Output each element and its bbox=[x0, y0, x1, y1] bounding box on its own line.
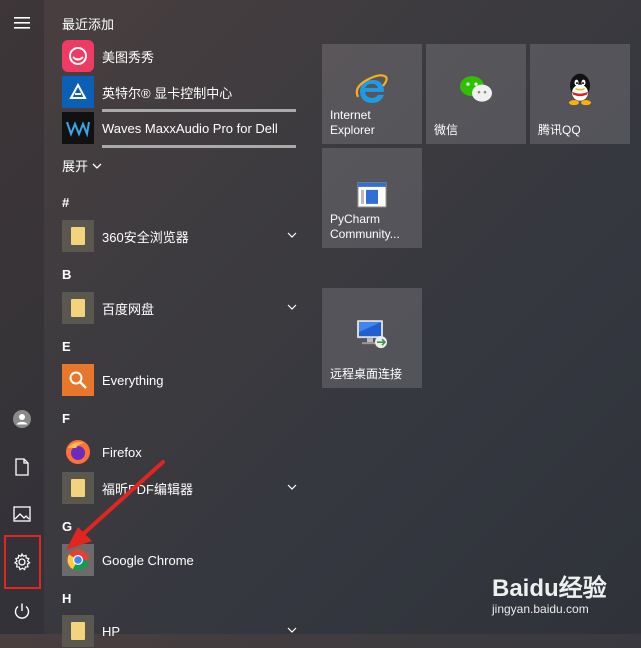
tile-label: 微信 bbox=[434, 123, 459, 137]
remote-desktop-icon bbox=[357, 320, 387, 349]
hamburger-menu-icon bbox=[14, 17, 30, 29]
tile-label: PyCharm Community... bbox=[330, 212, 400, 241]
group-letter-g[interactable]: G bbox=[62, 519, 72, 534]
group-letter-e[interactable]: E bbox=[62, 339, 71, 354]
group-letter-h[interactable]: H bbox=[62, 591, 71, 606]
chevron-down-icon bbox=[287, 627, 297, 633]
internet-explorer-icon bbox=[355, 74, 388, 103]
chevron-down-icon bbox=[287, 484, 297, 490]
tile-label: 腾讯QQ bbox=[538, 123, 581, 137]
folder-icon bbox=[62, 615, 94, 647]
user-icon bbox=[13, 410, 31, 428]
chrome-icon bbox=[62, 544, 94, 576]
qq-icon bbox=[569, 73, 591, 106]
recently-added-title: 最近添加 bbox=[62, 17, 115, 32]
documents-button[interactable] bbox=[0, 444, 44, 490]
everything-icon bbox=[62, 364, 94, 396]
firefox-icon bbox=[62, 436, 94, 468]
list-item-label: Everything bbox=[102, 372, 164, 388]
folder-icon bbox=[62, 292, 94, 324]
tile-internet-explorer[interactable]: Internet Explorer bbox=[322, 44, 422, 144]
group-letter-f[interactable]: F bbox=[62, 411, 70, 426]
tile-pycharm[interactable]: PyCharm Community... bbox=[322, 148, 422, 248]
documents-icon bbox=[15, 458, 29, 476]
list-item-everything[interactable]: Everything bbox=[62, 363, 302, 397]
meitu-icon bbox=[62, 40, 94, 72]
tile-label: 远程桌面连接 bbox=[330, 367, 403, 381]
hamburger-menu-button[interactable] bbox=[0, 0, 44, 46]
expand-label: 展开 bbox=[62, 159, 89, 174]
pycharm-icon bbox=[357, 182, 387, 208]
baidu-jingyan-watermark: Baidu经验 jingyan.baidu.com bbox=[492, 562, 638, 624]
new-item-underline bbox=[102, 145, 296, 148]
list-item-label: 福昕PDF编辑器 bbox=[102, 481, 194, 497]
list-item-label: 英特尔® 显卡控制中心 bbox=[102, 85, 233, 101]
list-item-label: Waves MaxxAudio Pro for Dell bbox=[102, 120, 278, 136]
expand-button[interactable]: 展开 bbox=[62, 156, 102, 175]
chevron-down-icon bbox=[287, 232, 297, 238]
folder-icon bbox=[62, 472, 94, 504]
chevron-down-icon bbox=[92, 163, 102, 169]
group-letter-b[interactable]: B bbox=[62, 267, 71, 282]
tile-label: Internet Explorer bbox=[330, 108, 375, 137]
list-item-intel-graphics[interactable]: 英特尔® 显卡控制中心 bbox=[62, 75, 302, 112]
chevron-down-icon bbox=[287, 304, 297, 310]
tile-remote-desktop[interactable]: 远程桌面连接 bbox=[322, 288, 422, 388]
user-account-button[interactable] bbox=[0, 396, 44, 442]
pictures-icon bbox=[13, 506, 31, 522]
list-item-label: 百度网盘 bbox=[102, 301, 155, 317]
list-item-label: HP bbox=[102, 623, 121, 639]
intel-graphics-icon bbox=[62, 76, 94, 108]
list-item-hp[interactable]: HP bbox=[62, 614, 302, 648]
list-item-meitu[interactable]: 美图秀秀 bbox=[62, 39, 302, 73]
list-item-foxit-pdf[interactable]: 福昕PDF编辑器 bbox=[62, 471, 302, 505]
waves-maxxaudio-icon bbox=[62, 112, 94, 144]
folder-icon bbox=[62, 220, 94, 252]
list-item-label: Google Chrome bbox=[102, 552, 194, 568]
list-item-baidu-netdisk[interactable]: 百度网盘 bbox=[62, 291, 302, 325]
list-item-waves-maxxaudio[interactable]: Waves MaxxAudio Pro for Dell bbox=[62, 111, 302, 148]
tile-qq[interactable]: 腾讯QQ bbox=[530, 44, 630, 144]
group-letter-hash[interactable]: # bbox=[62, 195, 69, 210]
watermark-url: jingyan.baidu.com bbox=[492, 602, 589, 616]
list-item-360-browser[interactable]: 360安全浏览器 bbox=[62, 219, 302, 253]
power-icon bbox=[14, 603, 30, 619]
list-item-label: 美图秀秀 bbox=[102, 49, 155, 65]
wechat-icon bbox=[460, 76, 492, 102]
power-button[interactable] bbox=[0, 588, 44, 634]
settings-highlight-box bbox=[4, 535, 41, 589]
watermark-brand: Baidu经验 bbox=[492, 575, 607, 602]
list-item-label: Firefox bbox=[102, 444, 142, 460]
list-item-label: 360安全浏览器 bbox=[102, 229, 189, 245]
list-item-firefox[interactable]: Firefox bbox=[62, 435, 302, 469]
tile-wechat[interactable]: 微信 bbox=[426, 44, 526, 144]
pictures-button[interactable] bbox=[0, 491, 44, 537]
list-item-google-chrome[interactable]: Google Chrome bbox=[62, 543, 302, 577]
